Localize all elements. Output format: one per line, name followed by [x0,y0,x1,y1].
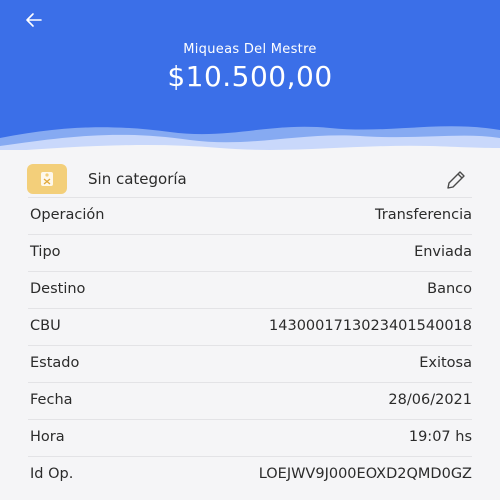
transaction-amount: $10.500,00 [167,60,333,93]
row-divider [28,419,472,420]
detail-row-tipo: Tipo Enviada [0,234,500,271]
detail-label: Operación [30,207,105,223]
row-divider [28,308,472,309]
detail-row-estado: Estado Exitosa [0,345,500,382]
detail-value: 19:07 hs [408,429,472,445]
detail-label: Id Op. [30,466,74,482]
detail-value: Enviada [414,244,472,260]
row-divider [28,345,472,346]
detail-row-id-op: Id Op. LOEJWV9J000EOXD2QMD0GZ [0,456,500,493]
detail-value: Transferencia [375,207,472,223]
detail-row-hora: Hora 19:07 hs [0,419,500,456]
back-button[interactable] [22,8,46,32]
row-divider [28,271,472,272]
detail-value: Banco [427,281,472,297]
detail-value: 1430001713023401540018 [269,318,472,334]
row-divider [28,382,472,383]
detail-label: Tipo [30,244,61,260]
detail-value: Exitosa [419,355,472,371]
tag-icon [41,172,53,186]
row-divider [28,197,472,198]
detail-label: Hora [30,429,65,445]
row-divider [28,456,472,457]
detail-row-operacion: Operación Transferencia [0,197,500,234]
pencil-icon [447,171,465,189]
category-label: Sin categoría [88,170,187,188]
category-badge [27,164,67,194]
detail-label: Destino [30,281,86,297]
detail-row-cbu: CBU 1430001713023401540018 [0,308,500,345]
edit-category-button[interactable] [444,168,468,192]
category-row[interactable]: Sin categoría [0,162,500,198]
arrow-left-icon [26,13,42,27]
detail-row-destino: Destino Banco [0,271,500,308]
payee-name: Miqueas Del Mestre [183,42,317,57]
detail-label: Estado [30,355,80,371]
row-divider [28,234,472,235]
detail-row-fecha: Fecha 28/06/2021 [0,382,500,419]
detail-label: Fecha [30,392,73,408]
detail-value: 28/06/2021 [388,392,472,408]
detail-label: CBU [30,318,61,334]
detail-value: LOEJWV9J000EOXD2QMD0GZ [258,466,472,482]
